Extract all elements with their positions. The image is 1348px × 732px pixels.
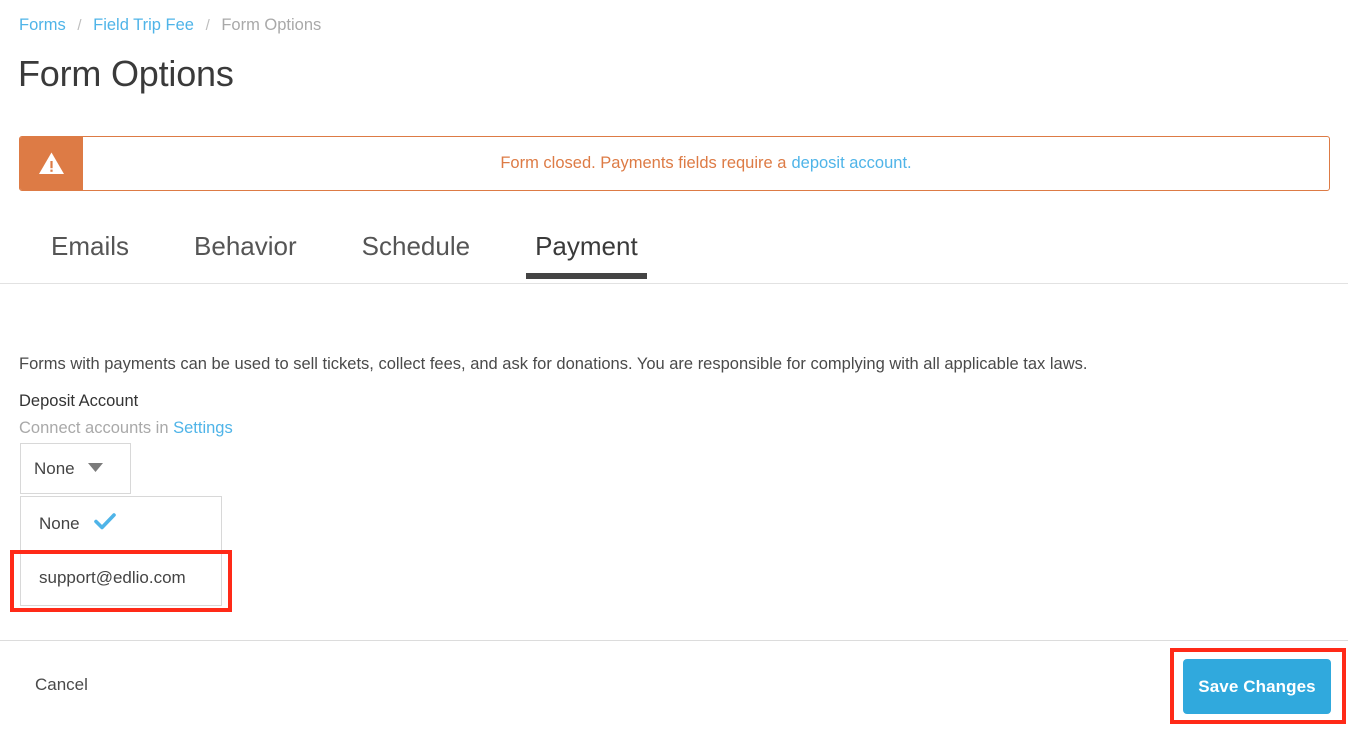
deposit-account-help-text: Connect accounts in	[19, 419, 169, 437]
deposit-account-help: Connect accounts in Settings	[19, 417, 233, 439]
deposit-account-select-value: None	[34, 458, 75, 478]
payment-intro-text: Forms with payments can be used to sell …	[19, 354, 1088, 373]
warning-triangle-icon	[20, 137, 83, 190]
breadcrumb-separator: /	[77, 17, 82, 34]
cancel-button[interactable]: Cancel	[35, 673, 88, 697]
settings-link[interactable]: Settings	[173, 419, 233, 437]
form-options-page: Forms / Field Trip Fee / Form Options Fo…	[0, 0, 1348, 732]
page-title: Form Options	[18, 53, 234, 94]
breadcrumb-separator: /	[205, 17, 210, 34]
form-closed-alert: Form closed. Payments fields require a d…	[19, 136, 1330, 191]
breadcrumb-item-forms[interactable]: Forms	[19, 16, 66, 34]
deposit-account-link[interactable]: deposit account.	[791, 154, 911, 173]
save-changes-button[interactable]: Save Changes	[1183, 659, 1331, 714]
deposit-account-label: Deposit Account	[19, 392, 139, 410]
breadcrumb: Forms / Field Trip Fee / Form Options	[19, 14, 321, 37]
chevron-down-icon	[87, 460, 104, 478]
tab-emails[interactable]: Emails	[51, 222, 129, 279]
check-icon	[93, 513, 116, 535]
breadcrumb-item-form-options: Form Options	[221, 16, 322, 34]
alert-message-text: Form closed. Payments fields require a	[500, 154, 787, 172]
tab-payment[interactable]: Payment	[526, 222, 647, 279]
tab-behavior[interactable]: Behavior	[194, 222, 297, 279]
select-option-support-edlio[interactable]: support@edlio.com	[21, 551, 221, 605]
deposit-account-select[interactable]: None	[20, 443, 131, 494]
select-option-none[interactable]: None	[21, 497, 221, 551]
select-option-none-label: None	[39, 514, 80, 533]
tab-schedule[interactable]: Schedule	[362, 222, 470, 279]
select-option-support-edlio-label: support@edlio.com	[39, 568, 186, 587]
footer-divider	[0, 640, 1348, 641]
deposit-account-select-menu: None support@edlio.com	[20, 496, 222, 606]
breadcrumb-item-field-trip-fee[interactable]: Field Trip Fee	[93, 16, 194, 34]
form-options-tabs: Emails Behavior Schedule Payment	[0, 222, 1348, 284]
alert-message: Form closed. Payments fields require a d…	[83, 137, 1329, 190]
